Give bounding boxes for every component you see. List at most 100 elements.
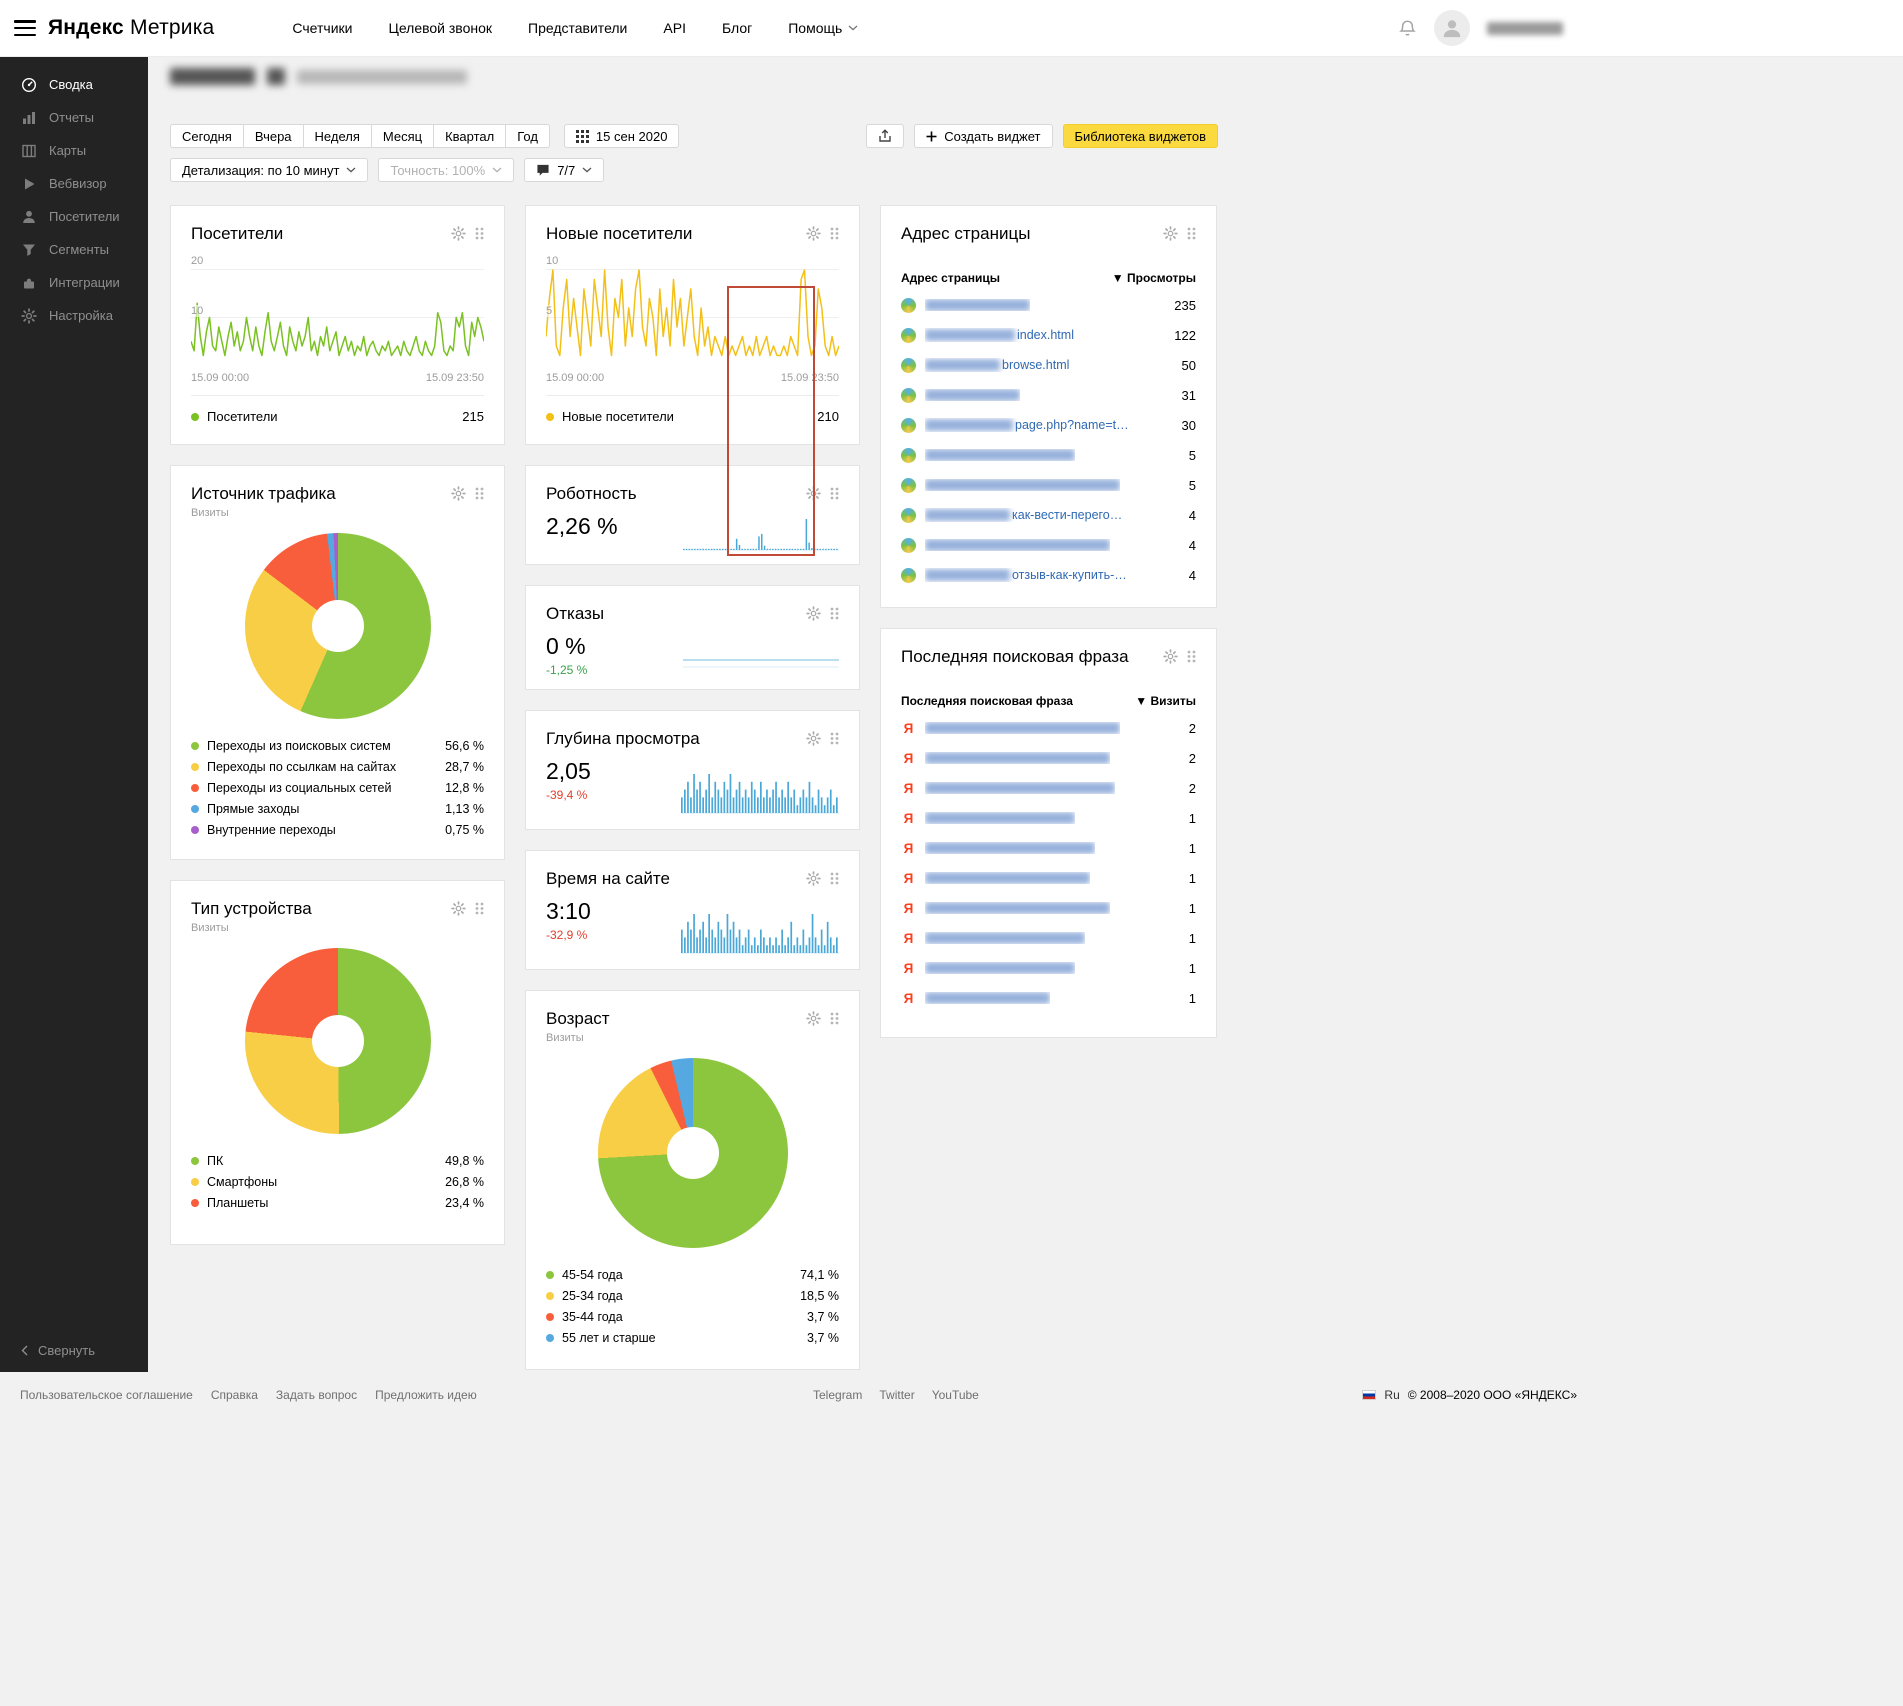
bell-icon[interactable] (1398, 19, 1417, 38)
sidebar-item-maps[interactable]: Карты (0, 134, 148, 167)
sidebar-item-summary[interactable]: Сводка (0, 68, 148, 101)
page-url-link[interactable]: browse.html (925, 358, 1069, 372)
search-phrase-link[interactable] (925, 722, 1120, 734)
nav-counters[interactable]: Счетчики (292, 20, 352, 36)
widget-settings-button[interactable] (1163, 649, 1178, 664)
widget-controls (806, 486, 839, 501)
search-phrase-link[interactable] (925, 842, 1095, 854)
footer-ask-question[interactable]: Задать вопрос (276, 1388, 357, 1402)
goals-dropdown[interactable]: 7/7 (524, 158, 604, 182)
page-url-visible-text: как-вести-перего… (1012, 508, 1122, 522)
footer-youtube[interactable]: YouTube (932, 1388, 979, 1402)
search-phrase-link[interactable] (925, 992, 1050, 1004)
export-button[interactable] (866, 124, 904, 148)
avatar[interactable] (1434, 10, 1470, 46)
yandex-favicon-icon: Я (901, 751, 916, 766)
widget-drag-handle[interactable] (830, 1012, 839, 1025)
search-phrase-link[interactable] (925, 932, 1085, 944)
widget-settings-button[interactable] (451, 901, 466, 916)
period-year-button[interactable]: Год (505, 124, 550, 148)
blurred-username[interactable] (1487, 22, 1563, 35)
widget-drag-handle[interactable] (1187, 227, 1196, 240)
page-url-link[interactable] (925, 389, 1020, 401)
search-phrase-link[interactable] (925, 782, 1115, 794)
accuracy-dropdown[interactable]: Точность: 100% (378, 158, 514, 182)
widget-settings-button[interactable] (806, 486, 821, 501)
sidebar-item-integrations[interactable]: Интеграции (0, 266, 148, 299)
widget-drag-handle[interactable] (475, 487, 484, 500)
widget-drag-handle[interactable] (830, 227, 839, 240)
page-url-row: 5 (901, 470, 1196, 500)
widget-library-button[interactable]: Библиотека виджетов (1063, 124, 1219, 148)
nav-api[interactable]: API (663, 20, 686, 36)
widget-settings-button[interactable] (806, 871, 821, 886)
sidebar-item-visitors[interactable]: Посетители (0, 200, 148, 233)
search-phrase-link[interactable] (925, 812, 1075, 824)
search-phrase-row: Я1 (901, 893, 1196, 923)
footer-suggest-idea[interactable]: Предложить идею (375, 1388, 477, 1402)
sidebar-item-reports[interactable]: Отчеты (0, 101, 148, 134)
column-header-visits[interactable]: ▼ Визиты (1135, 694, 1196, 708)
page-url-link[interactable]: index.html (925, 328, 1074, 342)
logo[interactable]: Яндекс Метрика (48, 16, 214, 40)
page-url-link[interactable] (925, 449, 1075, 461)
period-today-button[interactable]: Сегодня (170, 124, 244, 148)
column-header-views[interactable]: ▼ Просмотры (1112, 271, 1196, 285)
page-url-link[interactable] (925, 539, 1110, 551)
nav-representatives[interactable]: Представители (528, 20, 627, 36)
widget-drag-handle[interactable] (830, 732, 839, 745)
yandex-favicon-icon: Я (901, 721, 916, 736)
page-url-link[interactable]: отзыв-как-купить-… (925, 568, 1127, 582)
search-phrase-link[interactable] (925, 902, 1110, 914)
language-selector[interactable]: Ru (1384, 1388, 1399, 1402)
widget-settings-button[interactable] (806, 1011, 821, 1026)
column-header-url[interactable]: Адрес страницы (901, 271, 1000, 285)
page-url-link[interactable] (925, 299, 1030, 311)
widget-new-visitors: Новые посетители 10 5 15.09 00:00 15.09 … (525, 205, 860, 445)
widget-drag-handle[interactable] (830, 872, 839, 885)
create-widget-button[interactable]: Создать виджет (914, 124, 1052, 148)
period-quarter-button[interactable]: Квартал (433, 124, 506, 148)
chevron-down-icon (582, 167, 592, 173)
footer-twitter[interactable]: Twitter (879, 1388, 914, 1402)
widget-settings-button[interactable] (806, 731, 821, 746)
widget-settings-button[interactable] (806, 226, 821, 241)
footer-user-agreement[interactable]: Пользовательское соглашение (20, 1388, 193, 1402)
gear-icon (1163, 226, 1178, 241)
period-month-button[interactable]: Месяц (371, 124, 434, 148)
page-url-link[interactable] (925, 479, 1120, 491)
widget-drag-handle[interactable] (830, 607, 839, 620)
blurred-url-text (925, 569, 1010, 581)
gear-icon (806, 731, 821, 746)
footer-help[interactable]: Справка (211, 1388, 258, 1402)
widget-settings-button[interactable] (806, 606, 821, 621)
detail-dropdown[interactable]: Детализация: по 10 минут (170, 158, 368, 182)
sidebar-item-segments[interactable]: Сегменты (0, 233, 148, 266)
widget-settings-button[interactable] (451, 226, 466, 241)
search-phrase-link[interactable] (925, 752, 1110, 764)
date-picker-button[interactable]: 15 сен 2020 (564, 124, 680, 148)
footer-telegram[interactable]: Telegram (813, 1388, 862, 1402)
widget-drag-handle[interactable] (475, 902, 484, 915)
hamburger-menu-icon[interactable] (14, 20, 36, 36)
widget-drag-handle[interactable] (475, 227, 484, 240)
widget-settings-button[interactable] (1163, 226, 1178, 241)
search-phrase-link[interactable] (925, 962, 1075, 974)
widget-settings-button[interactable] (451, 486, 466, 501)
period-yesterday-button[interactable]: Вчера (243, 124, 304, 148)
widget-drag-handle[interactable] (1187, 650, 1196, 663)
period-week-button[interactable]: Неделя (303, 124, 372, 148)
column-header-phrase[interactable]: Последняя поисковая фраза (901, 694, 1073, 708)
nav-help[interactable]: Помощь (788, 20, 858, 36)
nav-target-call[interactable]: Целевой звонок (388, 20, 492, 36)
sidebar-item-settings[interactable]: Настройка (0, 299, 148, 332)
search-phrase-link[interactable] (925, 872, 1090, 884)
page-url-link[interactable]: как-вести-перего… (925, 508, 1122, 522)
widget-drag-handle[interactable] (830, 487, 839, 500)
sidebar-item-webvisor[interactable]: Вебвизор (0, 167, 148, 200)
chevron-down-icon (848, 25, 858, 31)
page-url-visible-text: browse.html (1002, 358, 1069, 372)
nav-blog[interactable]: Блог (722, 20, 752, 36)
page-url-link[interactable]: page.php?name=t… (925, 418, 1129, 432)
sidebar-collapse-button[interactable]: Свернуть (21, 1343, 95, 1358)
